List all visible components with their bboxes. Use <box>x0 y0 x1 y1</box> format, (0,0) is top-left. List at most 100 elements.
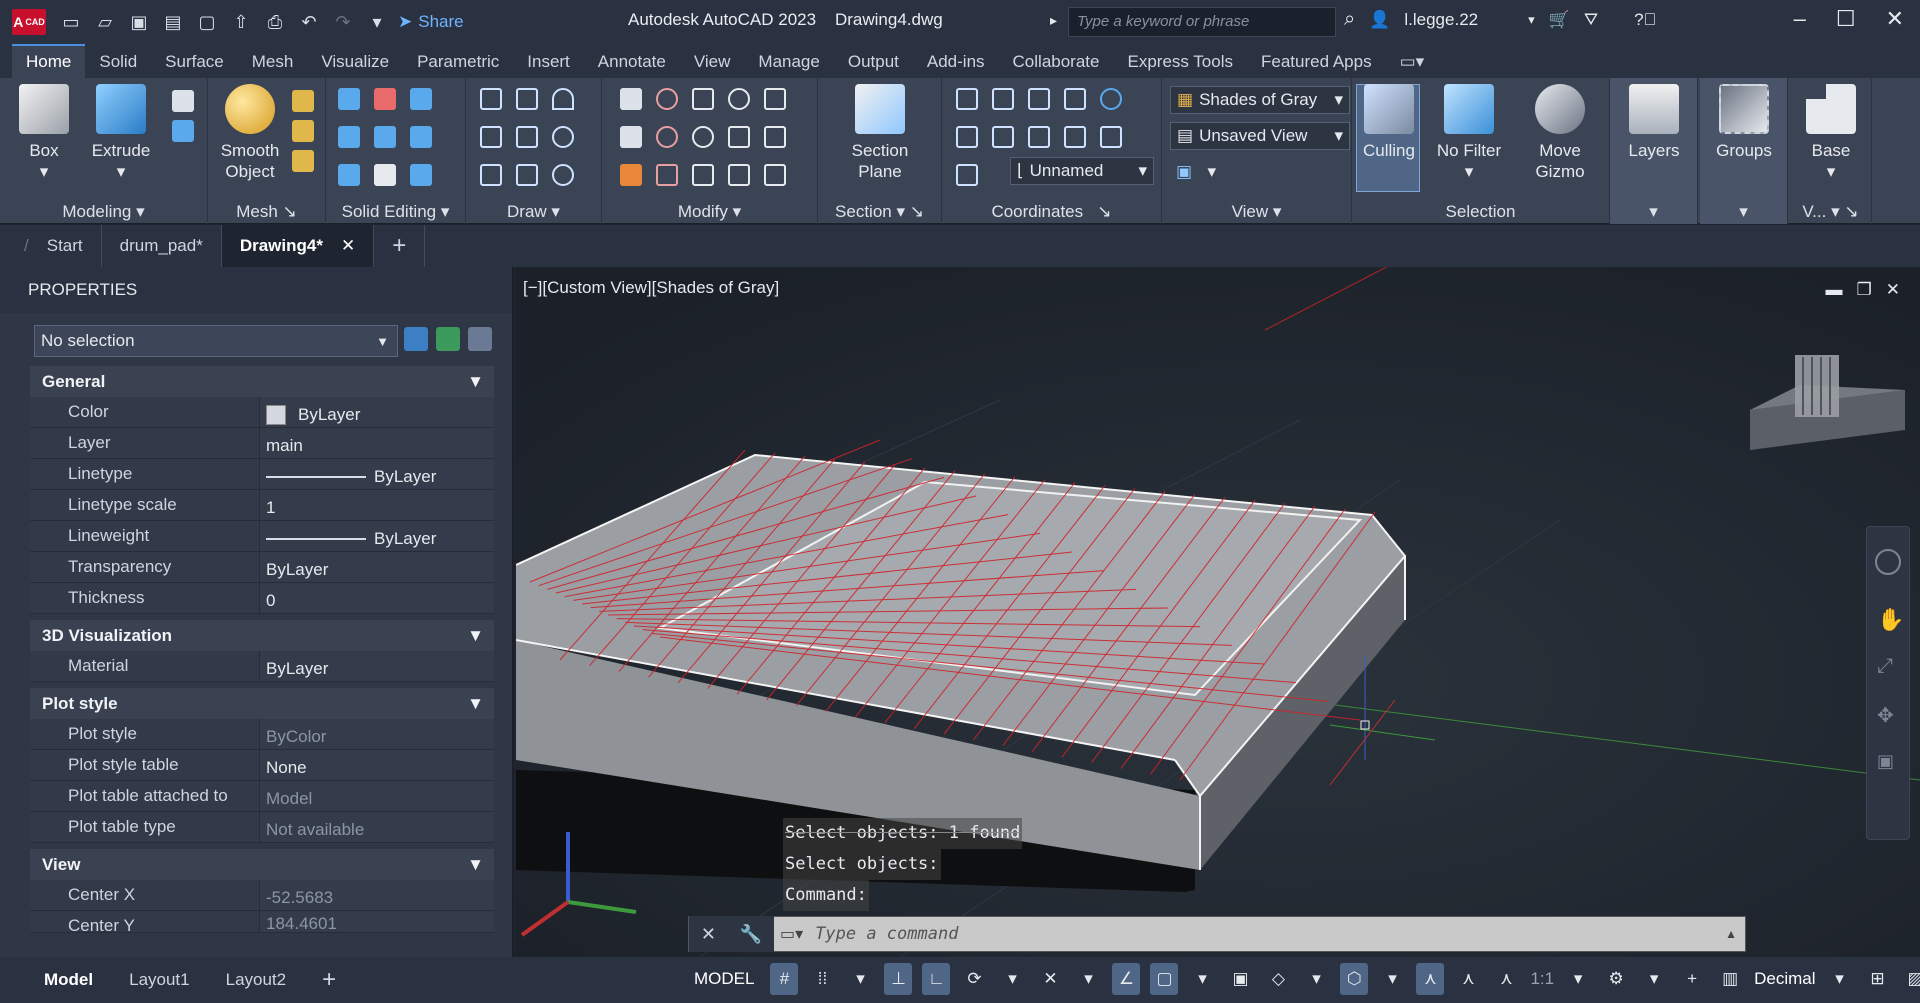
prop-row-linetype[interactable]: Linetype ByLayer <box>30 459 494 490</box>
polysolid-icon[interactable] <box>172 90 194 112</box>
new-file-icon[interactable]: ▭ <box>60 11 82 33</box>
copy-icon[interactable] <box>728 88 750 110</box>
workspace-dropdown-icon[interactable]: ▾ <box>1640 963 1668 995</box>
spline-icon[interactable] <box>480 126 502 148</box>
command-history-toggle-icon[interactable]: ▲ <box>1725 927 1737 941</box>
ucs-previous-icon[interactable] <box>992 126 1014 148</box>
orbit-icon[interactable]: ✥ <box>1877 703 1894 728</box>
open-web-icon[interactable]: ▢ <box>196 11 218 33</box>
rectangle-icon[interactable] <box>516 164 538 186</box>
viewport-controls-label[interactable]: [−][Custom View][Shades of Gray] <box>523 278 779 298</box>
model-space-toggle[interactable]: MODEL <box>688 969 760 989</box>
3d-align-icon[interactable] <box>656 164 678 186</box>
ucs-y-icon[interactable] <box>1028 126 1050 148</box>
collapse-icon[interactable]: ▼ <box>467 372 484 392</box>
align-icon[interactable] <box>620 126 642 148</box>
steering-wheel-icon[interactable] <box>1875 549 1901 575</box>
panel-title-view[interactable]: View ▾ <box>1162 202 1351 222</box>
rotate-3d-icon[interactable] <box>656 88 678 110</box>
extrude-button[interactable]: Extrude ▾ <box>88 84 154 182</box>
tab-annotate[interactable]: Annotate <box>584 46 680 78</box>
ucs-globe-icon[interactable] <box>1100 88 1122 110</box>
gizmo-icon[interactable]: ⋏ <box>1416 963 1445 995</box>
file-tab-drawing4[interactable]: Drawing4* ✕ <box>221 225 375 267</box>
layers-button[interactable]: Layers <box>1618 84 1690 161</box>
close-icon[interactable]: ✕ <box>1886 6 1904 32</box>
plot-icon[interactable]: ⎙ <box>264 11 286 33</box>
visual-style-dropdown[interactable]: ▦ Shades of Gray ▾ <box>1170 86 1350 114</box>
showmotion-icon[interactable]: ▣ <box>1877 751 1894 772</box>
annotation-scale[interactable]: 1:1 <box>1530 963 1554 995</box>
section-general[interactable]: General ▼ <box>30 366 494 397</box>
command-input[interactable]: Type a command <box>815 924 958 944</box>
rotate-icon[interactable] <box>692 126 714 148</box>
selection-dropdown[interactable]: No selection ▼ <box>34 325 398 357</box>
object-snap-dropdown-icon[interactable]: ▾ <box>1188 963 1216 995</box>
tab-collaborate[interactable]: Collaborate <box>999 46 1114 78</box>
prop-row-plot-table-type[interactable]: Plot table type Not available <box>30 812 494 843</box>
base-button[interactable]: Base ▾ <box>1800 84 1862 182</box>
tab-featured-apps[interactable]: Featured Apps <box>1247 46 1386 78</box>
help-icon[interactable]: ?⃝ <box>1634 10 1656 30</box>
panel-title-draw[interactable]: Draw ▾ <box>466 202 601 222</box>
culling-button[interactable]: Culling <box>1358 84 1420 161</box>
grid-icon[interactable]: # <box>770 963 799 995</box>
tab-visualize[interactable]: Visualize <box>307 46 403 78</box>
layout-tab-layout2[interactable]: Layout2 <box>208 957 305 1003</box>
toggle-pickadd-icon[interactable] <box>404 327 428 351</box>
cart-icon[interactable]: 🛒 <box>1549 10 1570 30</box>
panel-title-solid-editing[interactable]: Solid Editing ▾ <box>326 202 465 222</box>
save-icon[interactable]: ▣ <box>128 11 150 33</box>
viewport-minimize-icon[interactable]: ▬ <box>1826 280 1843 300</box>
ortho-icon[interactable]: ∟ <box>922 963 951 995</box>
prop-row-lineweight[interactable]: Lineweight ByLayer <box>30 521 494 552</box>
units-value[interactable]: Decimal <box>1754 969 1815 989</box>
union-icon[interactable] <box>338 88 360 110</box>
snap-dropdown-icon[interactable]: ▾ <box>846 963 874 995</box>
intersect-icon[interactable] <box>338 126 360 148</box>
user-name[interactable]: l.legge.22 <box>1404 10 1478 30</box>
viewport-restore-icon[interactable]: ❐ <box>1857 280 1872 300</box>
subtract-icon[interactable] <box>374 88 396 110</box>
annotation-scale-dropdown-icon[interactable]: ▾ <box>1564 963 1592 995</box>
polygon-icon[interactable] <box>480 164 502 186</box>
viewport-close-icon[interactable]: ✕ <box>1886 280 1900 300</box>
smooth-less-icon[interactable] <box>292 120 314 142</box>
ucs-named-dropdown[interactable]: ⌊ Unnamed ▾ <box>1010 157 1154 185</box>
line-icon[interactable] <box>516 88 538 110</box>
infer-constraints-icon[interactable]: ⊥ <box>884 963 913 995</box>
annotation-monitor-icon[interactable]: + <box>1678 963 1706 995</box>
autocad-logo[interactable]: A CAD <box>12 9 46 35</box>
graphics-performance-icon[interactable]: ▨ <box>1902 963 1920 995</box>
zoom-extents-icon[interactable]: ⤢ <box>1877 655 1893 678</box>
mirror-3d-icon[interactable] <box>620 88 642 110</box>
tab-view[interactable]: View <box>680 46 745 78</box>
selection-filter-icon[interactable]: ⬡ <box>1340 963 1369 995</box>
ucs-icon[interactable] <box>956 88 978 110</box>
qat-dropdown-icon[interactable]: ▾ <box>366 11 388 33</box>
layout-tab-model[interactable]: Model <box>0 957 111 1003</box>
prop-row-center-y[interactable]: Center Y 184.4601 <box>30 911 494 933</box>
3d-object-snap-icon[interactable]: ▣ <box>1226 963 1254 995</box>
arc-icon[interactable] <box>552 88 574 110</box>
selection-filter-dropdown-icon[interactable]: ▾ <box>1378 963 1406 995</box>
prop-row-layer[interactable]: Layer main <box>30 428 494 459</box>
dynamic-ucs-icon[interactable]: ◇ <box>1264 963 1292 995</box>
prop-row-plot-style-table[interactable]: Plot style table None <box>30 750 494 781</box>
section-view[interactable]: View ▼ <box>30 849 494 880</box>
units-icon[interactable]: ▥ <box>1716 963 1744 995</box>
erase-icon[interactable] <box>620 164 642 186</box>
file-tab-drum-pad[interactable]: drum_pad* <box>102 225 222 267</box>
tab-parametric[interactable]: Parametric <box>403 46 513 78</box>
search-input[interactable]: Type a keyword or phrase <box>1068 7 1336 37</box>
user-dropdown-icon[interactable]: ▾ <box>1528 12 1535 28</box>
mirror-icon[interactable] <box>728 126 750 148</box>
fillet-icon[interactable] <box>764 126 786 148</box>
trim-icon[interactable] <box>764 88 786 110</box>
ellipse-icon[interactable] <box>552 164 574 186</box>
collapse-icon[interactable]: ▼ <box>467 855 484 875</box>
polar-dropdown-icon[interactable]: ▾ <box>998 963 1026 995</box>
section-plot-style[interactable]: Plot style ▼ <box>30 688 494 719</box>
panel-title-mesh[interactable]: Mesh ↘ <box>208 202 325 222</box>
ucs-3point-icon[interactable] <box>1100 126 1122 148</box>
